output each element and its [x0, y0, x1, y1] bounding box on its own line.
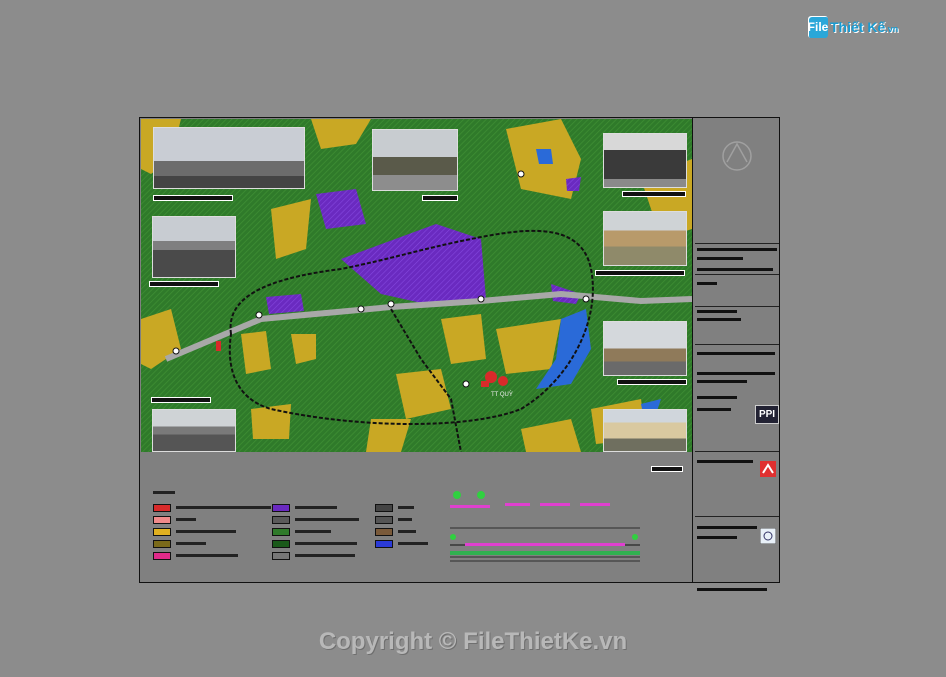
stamp-icon	[760, 528, 776, 544]
photo-1[interactable]	[153, 127, 305, 189]
legend	[150, 488, 440, 568]
legend-swatch-prov	[375, 516, 393, 524]
photo-1-caption	[153, 195, 233, 201]
legend-swatch-cemetery	[272, 516, 290, 524]
copyright-watermark: Copyright © FileThietKe.vn	[318, 628, 628, 655]
photo-7-caption	[151, 397, 211, 403]
photo-8-caption	[651, 466, 683, 472]
legend-swatch-water	[375, 540, 393, 548]
emblem-icon	[722, 141, 752, 171]
red-company-logo-icon	[760, 461, 776, 477]
legend-text-water	[398, 542, 428, 545]
logo-badge: File	[808, 16, 828, 38]
legend-swatch-rural	[153, 540, 171, 548]
logo-suffix: .vn	[885, 24, 899, 34]
legend-text-forest	[295, 542, 357, 545]
logo-name: Thiết Kế	[830, 19, 886, 35]
legend-swatch-rail	[375, 528, 393, 536]
legend-text-residential	[176, 530, 236, 533]
legend-text-agri	[295, 530, 331, 533]
road-cross-sections	[450, 491, 640, 562]
legend-text-industrial	[295, 506, 337, 509]
legend-swatch-forest	[272, 540, 290, 548]
legend-text-admin	[176, 506, 271, 509]
legend-swatch-residential	[153, 528, 171, 536]
legend-title	[153, 491, 175, 494]
legend-swatch-center	[153, 516, 171, 524]
logo-text: Thiết Kế.vn	[830, 19, 898, 35]
land-use-map[interactable]: TT QUỲ	[141, 119, 692, 452]
legend-text-prov	[398, 518, 412, 521]
legend-text-public	[176, 554, 238, 557]
photo-2-caption	[422, 195, 458, 201]
legend-text-rail	[398, 530, 416, 533]
title-block-emblem	[695, 118, 779, 244]
site-logo[interactable]: File Thiết Kế.vn	[808, 14, 898, 40]
photo-2[interactable]	[372, 129, 458, 191]
legend-text-center	[176, 518, 196, 521]
ppi-logo: PPI	[755, 405, 779, 424]
legend-swatch-industrial	[272, 504, 290, 512]
legend-swatch-admin	[153, 504, 171, 512]
photo-8[interactable]	[603, 409, 687, 452]
photo-3[interactable]	[603, 133, 687, 188]
legend-swatch-hwy	[375, 504, 393, 512]
photo-6[interactable]	[603, 321, 687, 376]
map-label-town: TT QUỲ	[491, 391, 513, 398]
photo-3-caption	[622, 191, 686, 197]
legend-swatch-public	[153, 552, 171, 560]
legend-text-cemetery	[295, 518, 359, 521]
photo-5[interactable]	[603, 211, 687, 266]
title-block	[692, 118, 780, 591]
photo-7[interactable]	[152, 409, 236, 452]
legend-text-boundary	[295, 554, 355, 557]
legend-text-hwy	[398, 506, 414, 509]
photo-6-caption	[617, 379, 687, 385]
legend-text-rural	[176, 542, 206, 545]
photo-4-caption	[149, 281, 219, 287]
legend-swatch-agri	[272, 528, 290, 536]
photo-4[interactable]	[152, 216, 236, 278]
legend-swatch-boundary	[272, 552, 290, 560]
photo-5-caption	[595, 270, 685, 276]
